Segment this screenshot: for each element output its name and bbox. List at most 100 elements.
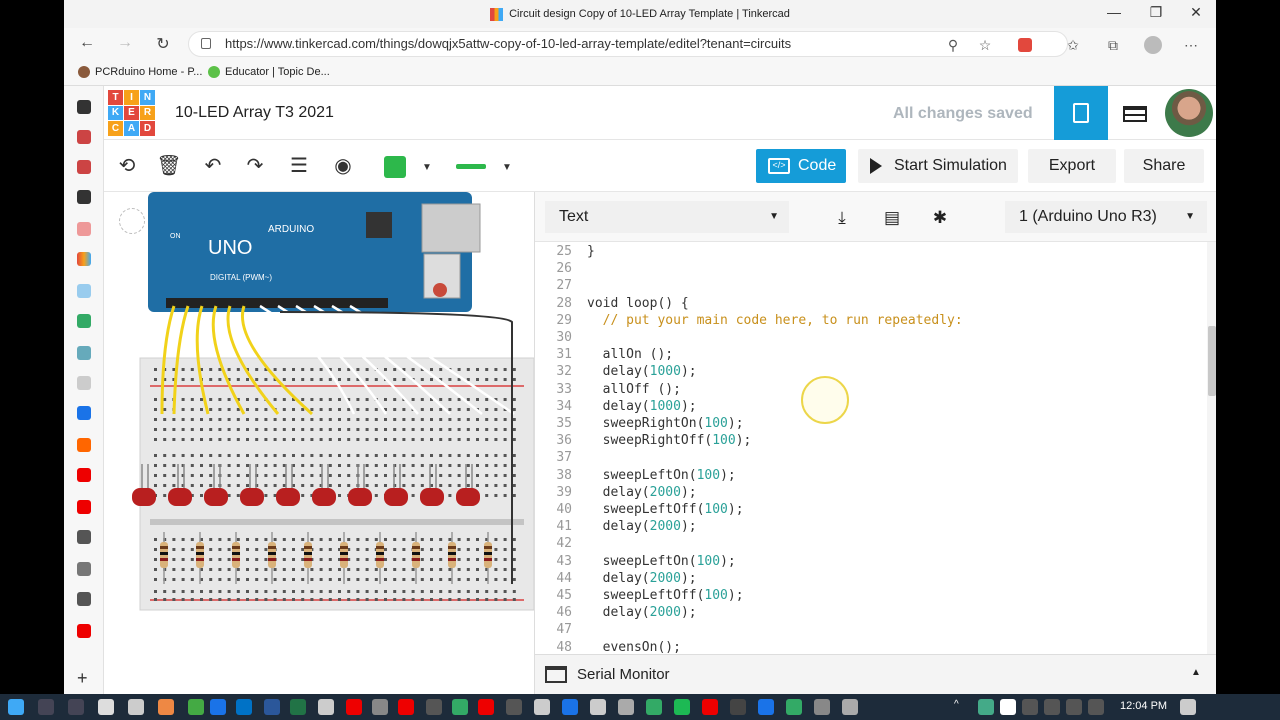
tray-icon[interactable]: [978, 699, 994, 715]
search-icon[interactable]: [38, 699, 54, 715]
more-icon[interactable]: ⋯: [1182, 36, 1200, 54]
taskbar-app-icon[interactable]: [98, 699, 114, 715]
color-swatch[interactable]: [384, 156, 406, 178]
sidebar-app-icon[interactable]: [77, 562, 91, 576]
tray-chevron-icon[interactable]: ^: [954, 699, 970, 715]
code-line[interactable]: sweepLeftOff(100);: [587, 588, 744, 603]
excel-icon[interactable]: [290, 699, 306, 715]
notes-icon[interactable]: ☰: [286, 153, 312, 179]
restore-icon[interactable]: ❐: [1136, 4, 1176, 21]
spotify-icon[interactable]: [674, 699, 690, 715]
edge-icon[interactable]: [210, 699, 226, 715]
circuit-view-button[interactable]: [1054, 86, 1108, 140]
taskbar-app-icon[interactable]: [426, 699, 442, 715]
sidebar-youtube-icon[interactable]: [77, 468, 91, 482]
sidebar-tinkercad-icon[interactable]: [77, 252, 91, 266]
code-line[interactable]: sweepLeftOn(100);: [587, 554, 736, 569]
tray-icon[interactable]: [1022, 699, 1038, 715]
sidebar-n-icon[interactable]: [77, 190, 91, 204]
serial-monitor-bar[interactable]: Serial Monitor ▲: [535, 654, 1216, 694]
code-mode-select[interactable]: Text ▼: [545, 201, 789, 233]
wire-type-swatch[interactable]: [456, 164, 486, 169]
chevron-up-icon[interactable]: ▲: [1191, 667, 1201, 678]
chevron-down-icon[interactable]: ▼: [422, 162, 432, 173]
extension-icon[interactable]: [1018, 38, 1032, 52]
taskbar-app-icon[interactable]: [590, 699, 606, 715]
taskbar-app-icon[interactable]: [398, 699, 414, 715]
reload-icon[interactable]: ↻: [152, 34, 174, 54]
taskbar-app-icon[interactable]: [646, 699, 662, 715]
sidebar-youtube-icon[interactable]: [77, 500, 91, 514]
visibility-icon[interactable]: ◉: [330, 153, 356, 179]
minimize-icon[interactable]: —: [1094, 4, 1134, 20]
profile-icon[interactable]: [1144, 36, 1162, 54]
sidebar-youtube-icon[interactable]: [77, 624, 91, 638]
windows-start-icon[interactable]: [8, 699, 24, 715]
outlook-icon[interactable]: [236, 699, 252, 715]
word-icon[interactable]: [264, 699, 280, 715]
close-icon[interactable]: ✕: [1176, 4, 1216, 21]
code-line[interactable]: sweepRightOn(100);: [587, 416, 744, 431]
code-button[interactable]: </> Code: [756, 149, 846, 183]
taskbar-app-icon[interactable]: [318, 699, 334, 715]
taskbar-clock[interactable]: 12:04 PM: [1120, 700, 1167, 712]
sidebar-add-icon[interactable]: +: [77, 669, 91, 687]
code-line[interactable]: delay(2000);: [587, 605, 697, 620]
taskbar-app-icon[interactable]: [730, 699, 746, 715]
taskbar-app-icon[interactable]: [452, 699, 468, 715]
rotate-icon[interactable]: ⟲: [114, 153, 140, 179]
sidebar-circle-icon[interactable]: [77, 222, 91, 236]
zoom-icon[interactable]: ⚲: [944, 36, 962, 54]
start-simulation-button[interactable]: Start Simulation: [858, 149, 1018, 183]
component-list-button[interactable]: [1110, 86, 1164, 140]
code-editor[interactable]: 25} 26 27 28 void loop() {29 // put your mai…: [535, 242, 1207, 654]
sidebar-app-icon[interactable]: [77, 346, 91, 360]
wifi-icon[interactable]: [1044, 699, 1060, 715]
sidebar-dropbox-icon[interactable]: [77, 406, 91, 420]
taskbar-app-icon[interactable]: [842, 699, 858, 715]
sidebar-app-icon[interactable]: [77, 100, 91, 114]
code-line[interactable]: delay(2000);: [587, 485, 697, 500]
editor-scrollbar[interactable]: [1207, 242, 1216, 654]
taskbar-app-icon[interactable]: [786, 699, 802, 715]
code-line[interactable]: }: [587, 244, 595, 259]
taskbar-app-icon[interactable]: [346, 699, 362, 715]
sidebar-shield-icon[interactable]: [77, 130, 91, 144]
avatar[interactable]: [1165, 89, 1213, 137]
project-title[interactable]: 10-LED Array T3 2021: [175, 104, 334, 122]
taskbar-app-icon[interactable]: [372, 699, 388, 715]
battery-icon[interactable]: [1088, 699, 1104, 715]
scrollbar-thumb[interactable]: [1208, 326, 1216, 396]
redo-icon[interactable]: ↷: [242, 153, 268, 179]
sidebar-app-icon[interactable]: [77, 376, 91, 390]
code-line[interactable]: sweepLeftOn(100);: [587, 468, 736, 483]
sidebar-shield-icon[interactable]: [77, 160, 91, 174]
code-line[interactable]: sweepRightOff(100);: [587, 433, 752, 448]
taskbar-app-icon[interactable]: [758, 699, 774, 715]
code-line[interactable]: delay(2000);: [587, 571, 697, 586]
sidebar-github-icon[interactable]: [77, 592, 91, 606]
delete-icon[interactable]: 🗑: [156, 153, 182, 179]
bookmark-educator[interactable]: Educator | Topic De...: [208, 66, 330, 78]
debug-icon[interactable]: ✱: [929, 207, 951, 229]
netflix-icon[interactable]: [702, 699, 718, 715]
code-line[interactable]: // put your main code here, to run repea…: [587, 313, 963, 328]
download-icon[interactable]: ⤓: [831, 207, 853, 229]
notifications-icon[interactable]: [1180, 699, 1196, 715]
chrome-icon[interactable]: [188, 699, 204, 715]
taskbar-app-icon[interactable]: [158, 699, 174, 715]
favorite-add-icon[interactable]: ☆: [976, 36, 994, 54]
code-line[interactable]: void loop() {: [587, 296, 689, 311]
volume-icon[interactable]: [1066, 699, 1082, 715]
collections-icon[interactable]: ⧉: [1104, 36, 1122, 54]
sidebar-app-icon[interactable]: [77, 284, 91, 298]
back-icon[interactable]: ←: [76, 34, 98, 52]
reset-button[interactable]: [433, 283, 447, 297]
taskbar-app-icon[interactable]: [478, 699, 494, 715]
code-line[interactable]: delay(1000);: [587, 364, 697, 379]
export-button[interactable]: Export: [1028, 149, 1116, 183]
favorites-icon[interactable]: ✩: [1064, 36, 1082, 54]
url-field[interactable]: https://www.tinkercad.com/things/dowqjx5…: [188, 31, 1068, 57]
undo-icon[interactable]: ↶: [200, 153, 226, 179]
taskbar-app-icon[interactable]: [128, 699, 144, 715]
